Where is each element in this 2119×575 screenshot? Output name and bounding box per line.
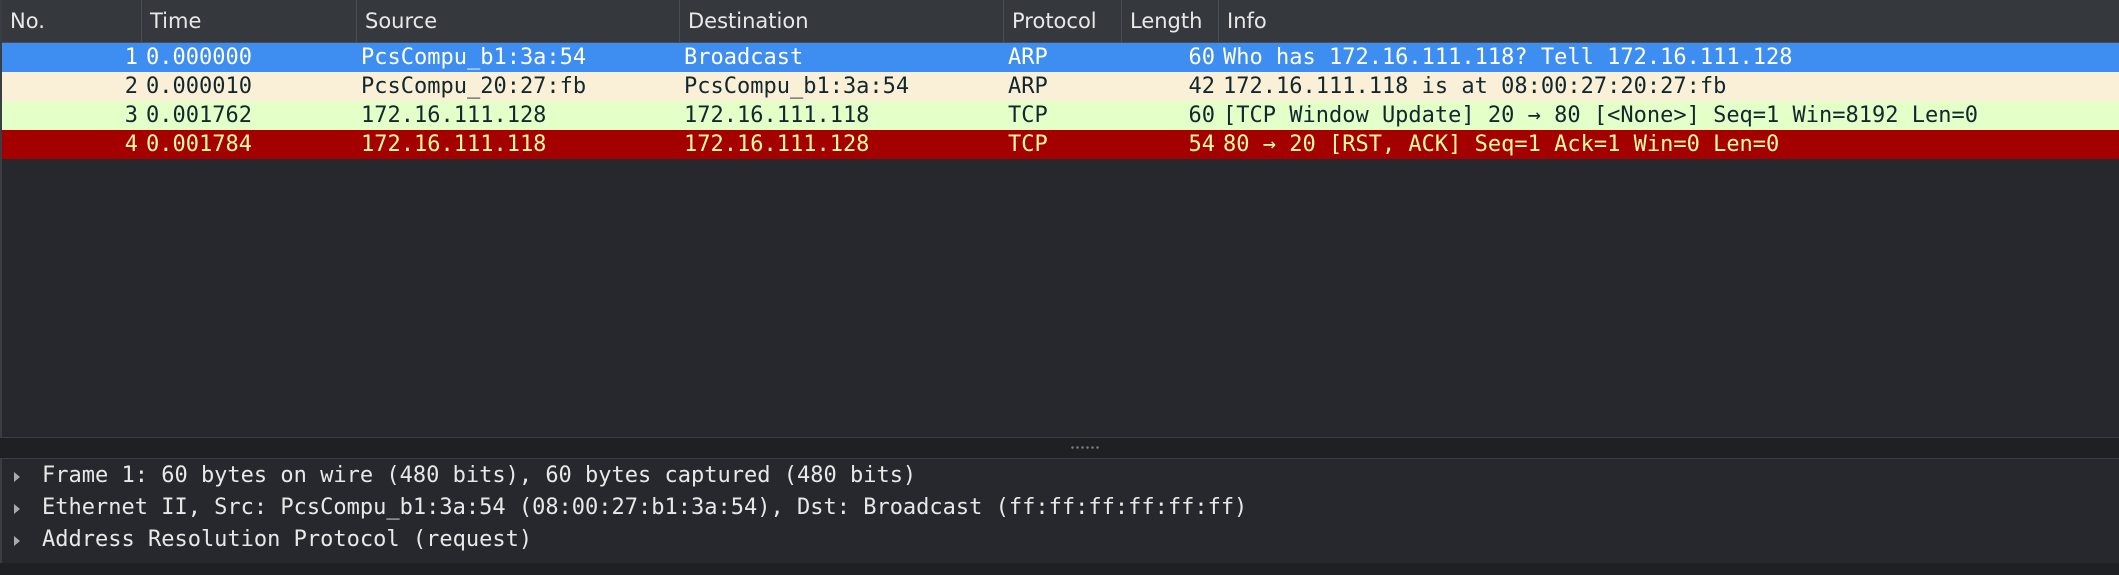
- packet-source: PcsCompu_b1:3a:54: [361, 45, 587, 70]
- packet-no: 4: [124, 132, 138, 157]
- packet-length: 54: [1188, 132, 1216, 157]
- packet-source: 172.16.111.118: [361, 132, 547, 157]
- column-header-no[interactable]: No.: [2, 0, 142, 42]
- packet-details-pane: Frame 1: 60 bytes on wire (480 bits), 60…: [0, 459, 2119, 563]
- column-header-protocol[interactable]: Protocol: [1004, 0, 1122, 42]
- packet-row[interactable]: 1 0.000000 PcsCompu_b1:3a:54 Broadcast A…: [2, 43, 2119, 72]
- packet-list-header: No. Time Source Destination Protocol Len…: [2, 0, 2119, 43]
- column-header-length[interactable]: Length: [1122, 0, 1219, 42]
- packet-no: 1: [124, 45, 138, 70]
- detail-tree-item-label: Frame 1: 60 bytes on wire (480 bits), 60…: [42, 463, 917, 488]
- packet-info: 172.16.111.118 is at 08:00:27:20:27:fb: [1223, 74, 1727, 99]
- packet-destination: 172.16.111.118: [684, 103, 870, 128]
- packet-source: 172.16.111.128: [361, 103, 547, 128]
- packet-time: 0.001784: [146, 132, 252, 157]
- detail-tree-item-frame[interactable]: Frame 1: 60 bytes on wire (480 bits), 60…: [2, 461, 2119, 491]
- packet-time: 0.001762: [146, 103, 252, 128]
- pane-splitter[interactable]: [0, 437, 2119, 459]
- column-header-destination[interactable]: Destination: [680, 0, 1004, 42]
- detail-tree-item-arp[interactable]: Address Resolution Protocol (request): [2, 525, 2119, 555]
- expand-arrow-icon[interactable]: [14, 472, 20, 482]
- packet-source: PcsCompu_20:27:fb: [361, 74, 587, 99]
- packet-length: 60: [1188, 45, 1216, 70]
- packet-destination: 172.16.111.128: [684, 132, 870, 157]
- column-header-time[interactable]: Time: [142, 0, 357, 42]
- detail-tree-item-label: Ethernet II, Src: PcsCompu_b1:3a:54 (08:…: [42, 495, 1248, 520]
- packet-rows: 1 0.000000 PcsCompu_b1:3a:54 Broadcast A…: [2, 43, 2119, 159]
- packet-protocol: TCP: [1008, 132, 1048, 157]
- expand-arrow-icon[interactable]: [14, 536, 20, 546]
- packet-info: Who has 172.16.111.118? Tell 172.16.111.…: [1223, 45, 1793, 70]
- packet-list-pane: No. Time Source Destination Protocol Len…: [0, 0, 2119, 437]
- packet-time: 0.000010: [146, 74, 252, 99]
- wireshark-window: No. Time Source Destination Protocol Len…: [0, 0, 2119, 575]
- packet-row[interactable]: 3 0.001762 172.16.111.128 172.16.111.118…: [2, 101, 2119, 130]
- column-header-info[interactable]: Info: [1219, 0, 2119, 42]
- packet-info: [TCP Window Update] 20 → 80 [<None>] Seq…: [1223, 103, 1978, 128]
- packet-protocol: ARP: [1008, 45, 1048, 70]
- packet-no: 2: [124, 74, 138, 99]
- bottom-strip: [0, 563, 2119, 575]
- packet-time: 0.000000: [146, 45, 252, 70]
- packet-row[interactable]: 4 0.001784 172.16.111.118 172.16.111.128…: [2, 130, 2119, 159]
- packet-info: 80 → 20 [RST, ACK] Seq=1 Ack=1 Win=0 Len…: [1223, 132, 1780, 157]
- detail-tree-item-label: Address Resolution Protocol (request): [42, 527, 533, 552]
- packet-protocol: TCP: [1008, 103, 1048, 128]
- packet-length: 42: [1188, 74, 1216, 99]
- packet-length: 60: [1188, 103, 1216, 128]
- detail-tree-item-ethernet[interactable]: Ethernet II, Src: PcsCompu_b1:3a:54 (08:…: [2, 493, 2119, 523]
- packet-no: 3: [124, 103, 138, 128]
- packet-protocol: ARP: [1008, 74, 1048, 99]
- column-header-source[interactable]: Source: [357, 0, 680, 42]
- packet-destination: PcsCompu_b1:3a:54: [684, 74, 910, 99]
- expand-arrow-icon[interactable]: [14, 504, 20, 514]
- packet-row[interactable]: 2 0.000010 PcsCompu_20:27:fb PcsCompu_b1…: [2, 72, 2119, 101]
- packet-destination: Broadcast: [684, 45, 804, 70]
- splitter-grip-icon[interactable]: [1070, 446, 1100, 449]
